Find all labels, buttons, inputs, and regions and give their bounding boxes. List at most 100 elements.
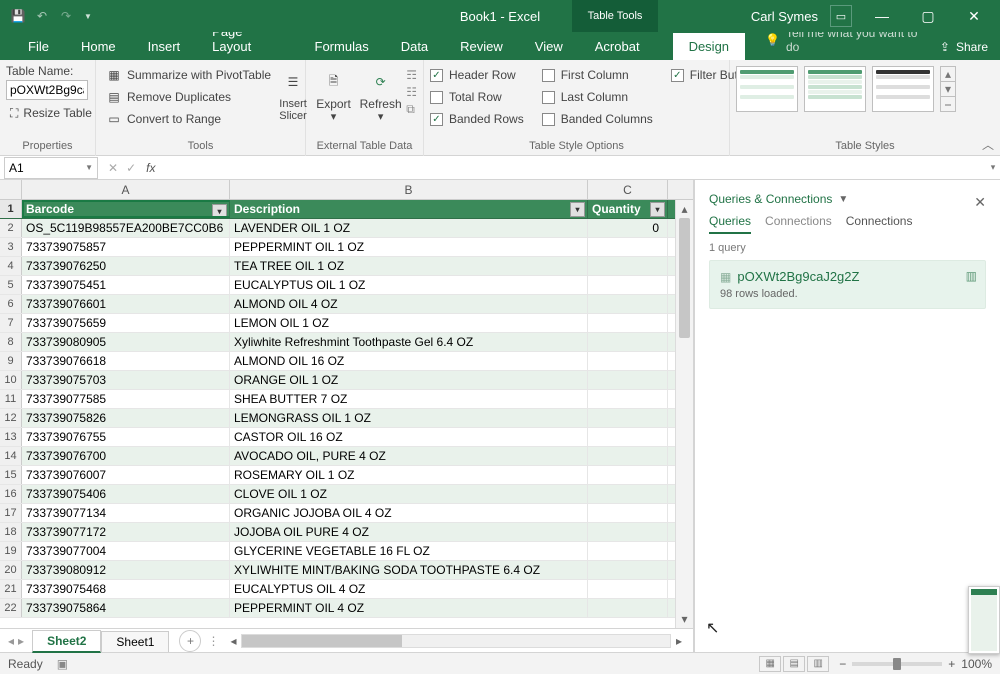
table-row[interactable]: 10733739075703ORANGE OIL 1 OZ <box>0 371 675 390</box>
header-row-checkbox[interactable]: ✓Header Row <box>430 64 524 86</box>
table-row[interactable]: 4733739076250TEA TREE OIL 1 OZ <box>0 257 675 276</box>
cell-quantity[interactable] <box>588 257 668 275</box>
view-page-layout-button[interactable]: ▤ <box>783 656 805 672</box>
column-header-c[interactable]: C <box>588 180 668 199</box>
cell-barcode[interactable]: 733739076007 <box>22 466 230 484</box>
cell-quantity[interactable] <box>588 580 668 598</box>
unlink-icon[interactable]: ⧉ <box>406 102 417 117</box>
expand-formula-bar-icon[interactable]: ▾ <box>986 162 1000 173</box>
cancel-icon[interactable]: ✕ <box>108 161 118 175</box>
cell-description[interactable]: JOJOBA OIL PURE 4 OZ <box>230 523 588 541</box>
styles-scroll-down[interactable]: ▾ <box>941 82 955 97</box>
filter-dropdown-icon[interactable]: ▾ <box>650 202 665 217</box>
summarize-pivot-button[interactable]: ▦Summarize with PivotTable <box>102 64 275 86</box>
name-box[interactable]: A1▼ <box>4 157 98 179</box>
table-row[interactable]: 15733739076007ROSEMARY OIL 1 OZ <box>0 466 675 485</box>
undo-icon[interactable]: ↶ <box>34 8 50 24</box>
cell-description[interactable]: AVOCADO OIL, PURE 4 OZ <box>230 447 588 465</box>
cell-description[interactable]: ORANGE OIL 1 OZ <box>230 371 588 389</box>
table-row[interactable]: 21733739075468EUCALYPTUS OIL 4 OZ <box>0 580 675 599</box>
table-row[interactable]: 17733739077134ORGANIC JOJOBA OIL 4 OZ <box>0 504 675 523</box>
enter-icon[interactable]: ✓ <box>126 161 136 175</box>
close-pane-button[interactable]: ✕ <box>974 194 986 211</box>
query-action-icon[interactable]: ▥ <box>966 269 977 283</box>
cell-quantity[interactable] <box>588 485 668 503</box>
table-row[interactable]: 14733739076700AVOCADO OIL, PURE 4 OZ <box>0 447 675 466</box>
formula-input[interactable] <box>161 157 986 179</box>
column-header-b[interactable]: B <box>230 180 588 199</box>
cell-barcode[interactable]: 733739075468 <box>22 580 230 598</box>
cell-barcode[interactable]: 733739076618 <box>22 352 230 370</box>
cell-barcode[interactable]: 733739076755 <box>22 428 230 446</box>
cell-quantity[interactable] <box>588 276 668 294</box>
cell-quantity[interactable] <box>588 352 668 370</box>
zoom-out-button[interactable]: − <box>839 657 846 671</box>
cell-description[interactable]: PEPPERMINT OIL 4 OZ <box>230 599 588 617</box>
collapse-ribbon-icon[interactable]: ︿ <box>982 136 994 153</box>
tab-view[interactable]: View <box>519 33 579 60</box>
cell-quantity[interactable] <box>588 466 668 484</box>
cell-barcode[interactable]: 733739077004 <box>22 542 230 560</box>
table-header-barcode[interactable]: Barcode▾ <box>22 200 230 218</box>
export-button[interactable]: 🗎Export▾ <box>312 64 355 138</box>
cell-quantity[interactable] <box>588 371 668 389</box>
cell-quantity[interactable] <box>588 295 668 313</box>
select-all-corner[interactable] <box>0 180 22 199</box>
cell-description[interactable]: LAVENDER OIL 1 OZ <box>230 219 588 237</box>
cell-quantity[interactable] <box>588 561 668 579</box>
cell-barcode[interactable]: 733739076601 <box>22 295 230 313</box>
zoom-level[interactable]: 100% <box>961 657 992 671</box>
cell-barcode[interactable]: 733739075826 <box>22 409 230 427</box>
styles-gallery-more[interactable]: ⎯ <box>941 97 955 112</box>
cell-quantity[interactable] <box>588 333 668 351</box>
tab-review[interactable]: Review <box>444 33 519 60</box>
tab-connections[interactable]: Connections <box>846 214 913 234</box>
banded-columns-checkbox[interactable]: Banded Columns <box>542 108 653 130</box>
cell-description[interactable]: LEMON OIL 1 OZ <box>230 314 588 332</box>
tab-home[interactable]: Home <box>65 33 132 60</box>
cell-quantity[interactable] <box>588 599 668 617</box>
tab-connections[interactable]: Connections <box>765 214 832 234</box>
view-normal-button[interactable]: ▦ <box>759 656 781 672</box>
cell-description[interactable]: GLYCERINE VEGETABLE 16 FL OZ <box>230 542 588 560</box>
cell-barcode[interactable]: 733739075451 <box>22 276 230 294</box>
cell-description[interactable]: LEMONGRASS OIL 1 OZ <box>230 409 588 427</box>
cell-description[interactable]: EUCALYPTUS OIL 1 OZ <box>230 276 588 294</box>
cell-quantity[interactable]: 0 <box>588 219 668 237</box>
scroll-down-icon[interactable]: ▾ <box>676 610 693 628</box>
cell-barcode[interactable]: 733739075659 <box>22 314 230 332</box>
minimize-button[interactable]: — <box>862 0 902 32</box>
cell-description[interactable]: CLOVE OIL 1 OZ <box>230 485 588 503</box>
table-row[interactable]: 18733739077172JOJOBA OIL PURE 4 OZ <box>0 523 675 542</box>
column-header-a[interactable]: A <box>22 180 230 199</box>
table-header-quantity[interactable]: Quantity▾ <box>588 200 668 218</box>
table-row[interactable]: 16733739075406CLOVE OIL 1 OZ <box>0 485 675 504</box>
total-row-checkbox[interactable]: Total Row <box>430 86 524 108</box>
table-row[interactable]: 6733739076601ALMOND OIL 4 OZ <box>0 295 675 314</box>
insert-slicer-button[interactable]: ☰Insert Slicer <box>279 64 307 138</box>
table-row[interactable]: 5733739075451EUCALYPTUS OIL 1 OZ <box>0 276 675 295</box>
tab-acrobat[interactable]: Acrobat <box>579 33 656 60</box>
last-column-checkbox[interactable]: Last Column <box>542 86 653 108</box>
cell-barcode[interactable]: 733739075406 <box>22 485 230 503</box>
hscroll-left[interactable]: ◂ <box>225 634 241 648</box>
cell-description[interactable]: EUCALYPTUS OIL 4 OZ <box>230 580 588 598</box>
sheet-tab-sheet1[interactable]: Sheet1 <box>101 631 169 652</box>
table-row[interactable]: 20733739080912XYLIWHITE MINT/BAKING SODA… <box>0 561 675 580</box>
new-sheet-button[interactable]: + <box>179 630 201 652</box>
tab-data[interactable]: Data <box>385 33 444 60</box>
zoom-slider[interactable] <box>852 662 942 666</box>
refresh-button[interactable]: ⟳Refresh▾ <box>359 64 402 138</box>
tab-insert[interactable]: Insert <box>132 33 197 60</box>
cell-barcode[interactable]: 733739077585 <box>22 390 230 408</box>
table-row[interactable]: 13733739076755CASTOR OIL 16 OZ <box>0 428 675 447</box>
cell-barcode[interactable]: 733739075703 <box>22 371 230 389</box>
cell-quantity[interactable] <box>588 523 668 541</box>
tab-queries[interactable]: Queries <box>709 214 751 234</box>
cell-quantity[interactable] <box>588 390 668 408</box>
properties-icon[interactable]: ☶ <box>406 68 417 82</box>
cell-barcode[interactable]: 733739077134 <box>22 504 230 522</box>
filter-dropdown-icon[interactable]: ▾ <box>212 204 227 218</box>
table-style-3[interactable] <box>872 66 934 112</box>
open-browser-icon[interactable]: ☷ <box>406 85 417 99</box>
